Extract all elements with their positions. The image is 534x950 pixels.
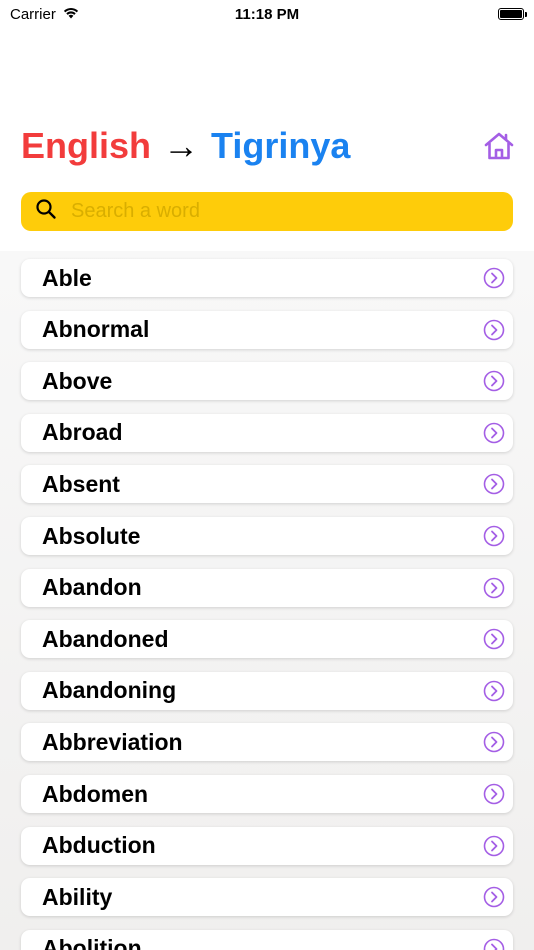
chevron-right-circle-icon[interactable]: [483, 680, 505, 702]
list-item[interactable]: Abandon: [21, 568, 513, 607]
word-list: Able Abnormal Above Abroad Absent Absolute Aba…: [0, 251, 534, 950]
chevron-right-circle-icon[interactable]: [483, 319, 505, 341]
chevron-right-circle-icon[interactable]: [483, 577, 505, 599]
chevron-right-circle-icon[interactable]: [483, 473, 505, 495]
chevron-right-circle-icon[interactable]: [483, 267, 505, 289]
word-label: Abandoned: [42, 625, 169, 652]
arrow-right-icon: →: [163, 125, 200, 166]
list-item[interactable]: Abroad: [21, 413, 513, 452]
word-label: Abroad: [42, 419, 123, 446]
search-input[interactable]: [69, 199, 473, 224]
house-icon: [484, 132, 514, 160]
word-label: Ability: [42, 883, 113, 910]
word-label: Absolute: [42, 522, 141, 549]
list-item[interactable]: Able: [21, 259, 513, 297]
list-item[interactable]: Absent: [21, 465, 513, 504]
word-label: Abolition: [42, 935, 142, 950]
word-label: Abdomen: [42, 780, 149, 807]
list-item[interactable]: Abandoning: [21, 671, 513, 710]
page-title: English → Tigrinya: [21, 125, 350, 167]
list-item[interactable]: Abnormal: [21, 310, 513, 349]
chevron-right-circle-icon[interactable]: [483, 835, 505, 857]
home-button[interactable]: [481, 128, 517, 164]
chevron-right-circle-icon[interactable]: [483, 886, 505, 908]
chevron-right-circle-icon[interactable]: [483, 370, 505, 392]
search-bar[interactable]: [21, 192, 513, 231]
header: English → Tigrinya: [21, 120, 514, 172]
word-label: Absent: [42, 470, 120, 497]
list-item[interactable]: Abdomen: [21, 775, 513, 813]
chevron-right-circle-icon[interactable]: [483, 783, 505, 805]
chevron-right-circle-icon[interactable]: [483, 938, 505, 950]
list-item[interactable]: Absolute: [21, 517, 513, 555]
chevron-right-circle-icon[interactable]: [483, 422, 505, 444]
chevron-right-circle-icon[interactable]: [483, 628, 505, 650]
list-item[interactable]: Abolition: [21, 929, 513, 950]
chevron-right-circle-icon[interactable]: [483, 731, 505, 753]
word-label: Abbreviation: [42, 728, 183, 755]
status-time: 11:18 PM: [234, 5, 300, 23]
source-language: English: [21, 125, 152, 166]
target-language: Tigrinya: [211, 125, 351, 166]
list-item[interactable]: Abandoned: [21, 620, 513, 659]
list-item[interactable]: Abbreviation: [21, 723, 513, 762]
list-item[interactable]: Above: [21, 362, 513, 401]
search-icon: [35, 198, 57, 225]
list-item[interactable]: Ability: [21, 878, 513, 917]
word-label: Above: [42, 367, 113, 394]
word-label: Abduction: [42, 832, 156, 859]
word-label: Abandon: [42, 574, 142, 601]
chevron-right-circle-icon[interactable]: [483, 525, 505, 547]
list-item[interactable]: Abduction: [21, 826, 513, 865]
word-label: Abandoning: [42, 677, 177, 704]
word-label: Able: [42, 264, 92, 291]
word-label: Abnormal: [42, 316, 150, 343]
